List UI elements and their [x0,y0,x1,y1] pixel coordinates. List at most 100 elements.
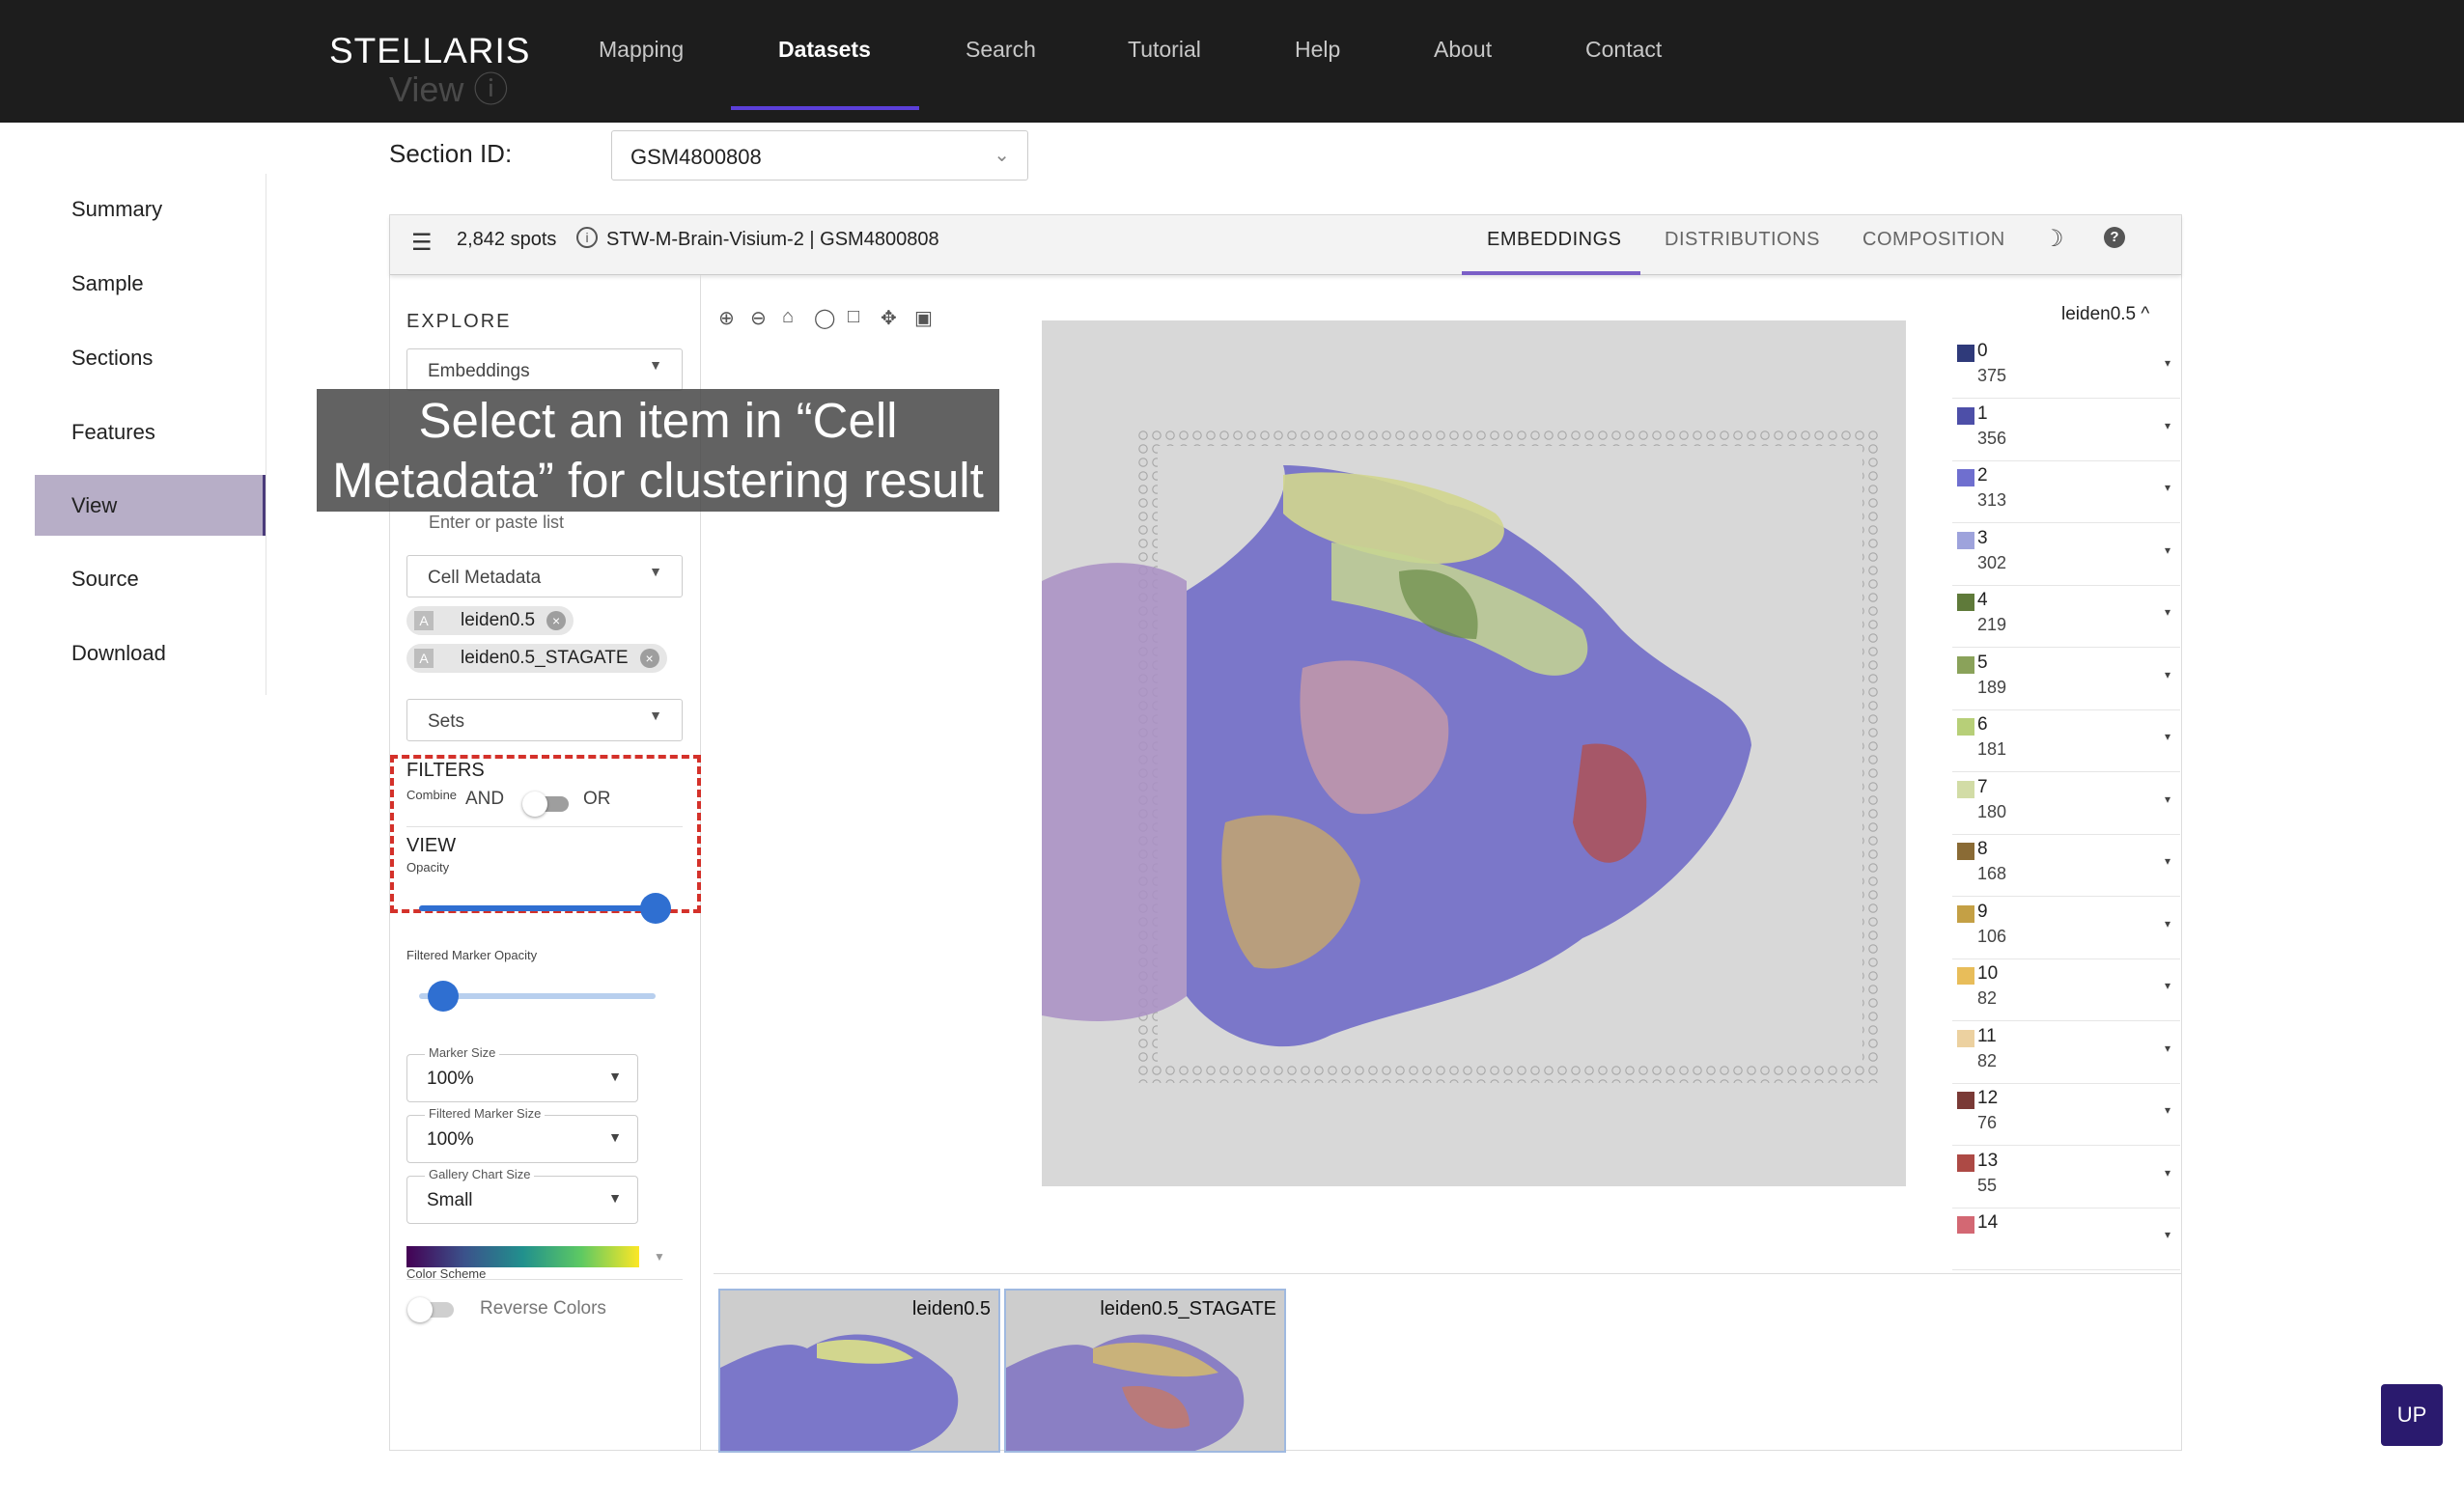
and-or-toggle[interactable] [522,792,569,817]
legend-item[interactable]: 3 302 ▾ [1952,524,2180,586]
caret-down-icon[interactable]: ▾ [2165,481,2170,494]
caret-down-icon[interactable]: ▾ [2165,730,2170,743]
caret-down-icon[interactable]: ▾ [2165,917,2170,931]
caret-down-icon[interactable]: ▾ [2165,854,2170,868]
legend-item[interactable]: 13 55 ▾ [1952,1147,2180,1208]
legend-swatch [1957,843,1974,860]
caret-down-icon[interactable]: ▾ [2165,605,2170,619]
combine-label: Combine [406,788,458,802]
caret-down-icon[interactable]: ▾ [2165,979,2170,992]
caret-down-icon[interactable]: ▾ [2165,1166,2170,1180]
nav-tutorial[interactable]: Tutorial [1128,37,1201,63]
nav-help[interactable]: Help [1295,37,1340,63]
legend-swatch [1957,780,1974,798]
gallery-thumb-leiden[interactable]: leiden0.5 [718,1289,1000,1453]
brand-logo[interactable]: STELLARIS [329,31,530,71]
scroll-up-button[interactable]: UP [2381,1384,2443,1446]
caret-down-icon[interactable]: ▾ [2165,1042,2170,1055]
marker-size-select[interactable]: Marker Size 100% ▼ [406,1045,638,1102]
caret-down-icon[interactable]: ▾ [2165,668,2170,681]
opacity-slider-thumb[interactable] [640,893,671,924]
caret-down-icon[interactable]: ▾ [2165,543,2170,557]
legend-swatch [1957,531,1974,549]
gallery-chart-size-select[interactable]: Gallery Chart Size Small ▼ [406,1167,638,1224]
nav-search[interactable]: Search [966,37,1036,63]
nav-about[interactable]: About [1434,37,1492,63]
legend-swatch [1957,904,1974,923]
help-icon[interactable]: ? [2104,227,2125,248]
color-scheme-gradient[interactable] [406,1246,639,1267]
legend-item[interactable]: 1 356 ▾ [1952,400,2180,461]
reverse-colors-toggle[interactable] [407,1297,454,1322]
legend-item[interactable]: 7 180 ▾ [1952,773,2180,835]
moon-icon[interactable]: ☽ [2043,225,2064,253]
sidebar-item-source[interactable]: Source [35,548,266,609]
legend-item[interactable]: 14 ▾ [1952,1208,2180,1270]
legend-item[interactable]: 2 313 ▾ [1952,461,2180,523]
sidebar-item-features[interactable]: Features [35,402,266,462]
sidebar-item-download[interactable]: Download [35,623,266,683]
camera-icon[interactable]: ▣ [914,306,933,330]
nav-contact[interactable]: Contact [1585,37,1662,63]
caret-down-icon: ▼ [649,564,662,579]
legend-item[interactable]: 11 82 ▾ [1952,1022,2180,1084]
close-icon[interactable]: × [639,649,659,668]
embeddings-dropdown[interactable]: Embeddings ▼ [406,348,683,391]
legend-item[interactable]: 12 76 ▾ [1952,1084,2180,1146]
close-icon[interactable]: × [546,611,567,630]
box-select-icon[interactable]: □ [848,306,859,328]
legend-item[interactable]: 0 375 ▾ [1952,337,2180,399]
sets-dropdown-value: Sets [428,711,465,732]
caret-down-icon[interactable]: ▾ [2165,1228,2170,1241]
sidebar-item-sections[interactable]: Sections [35,327,266,388]
legend-item[interactable]: 9 106 ▾ [1952,898,2180,959]
gallery-thumb-leiden-stagate[interactable]: leiden0.5_STAGATE [1004,1289,1286,1453]
menu-icon[interactable]: ☰ [411,229,433,257]
embeddings-dropdown-value: Embeddings [428,361,530,381]
pan-icon[interactable]: ✥ [881,306,897,330]
caret-down-icon[interactable]: ▾ [2165,419,2170,432]
sets-dropdown[interactable]: Sets ▼ [406,699,683,741]
caret-down-icon[interactable]: ▾ [2165,792,2170,806]
legend-item[interactable]: 10 82 ▾ [1952,959,2180,1021]
legend-item[interactable]: 4 219 ▾ [1952,586,2180,648]
nav-mapping[interactable]: Mapping [599,37,684,63]
caret-down-icon[interactable]: ▼ [654,1250,665,1264]
sidebar-item-sample[interactable]: Sample [35,253,266,314]
tab-embeddings[interactable]: EMBEDDINGS [1487,229,1621,251]
filtered-opacity-slider-thumb[interactable] [427,981,459,1012]
nav-active-indicator [731,106,919,110]
legend-label: 10 [1977,963,1999,984]
info-icon[interactable]: i [576,227,598,248]
cell-metadata-dropdown[interactable]: Cell Metadata ▼ [406,555,683,597]
legend-title[interactable]: leiden0.5 ^ [2061,304,2149,325]
legend-item[interactable]: 5 189 ▾ [1952,649,2180,710]
home-icon[interactable]: ⌂ [782,306,794,328]
tab-distributions[interactable]: DISTRIBUTIONS [1665,229,1820,251]
legend-swatch [1957,718,1974,736]
caret-down-icon: ▼ [608,1190,622,1206]
legend-item[interactable]: 6 181 ▾ [1952,710,2180,772]
legend-swatch [1957,594,1974,611]
paste-list-hint[interactable]: Enter or paste list [429,513,564,533]
filtered-marker-size-select[interactable]: Filtered Marker Size 100% ▼ [406,1106,638,1163]
sidebar-item-view[interactable]: View [35,475,266,536]
section-id-select[interactable]: GSM4800808 ⌄ [611,130,1028,181]
caret-down-icon[interactable]: ▾ [2165,1103,2170,1117]
sidebar-item-summary[interactable]: Summary [35,179,266,239]
viewer-toolbar: ☰ 2,842 spots i STW-M-Brain-Visium-2 | G… [390,215,2181,275]
zoom-out-icon[interactable]: ⊖ [750,306,767,330]
opacity-slider[interactable] [419,905,656,911]
spatial-plot[interactable] [1042,320,1906,1186]
caret-down-icon[interactable]: ▾ [2165,356,2170,370]
legend-item[interactable]: 8 168 ▾ [1952,835,2180,897]
chip-leiden-stagate[interactable]: A leiden0.5_STAGATE × [406,644,667,673]
legend-swatch [1957,469,1974,486]
nav-datasets[interactable]: Datasets [778,37,871,63]
legend-swatch [1957,1029,1974,1047]
zoom-in-icon[interactable]: ⊕ [718,306,735,330]
tab-composition[interactable]: COMPOSITION [1862,229,2005,251]
gallery-size-label: Gallery Chart Size [425,1167,535,1181]
chip-leiden[interactable]: A leiden0.5 × [406,606,574,635]
lasso-icon[interactable]: ◯ [814,306,835,330]
